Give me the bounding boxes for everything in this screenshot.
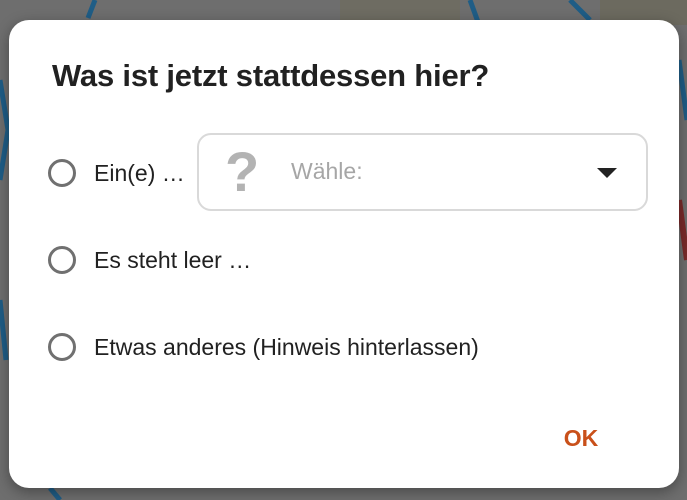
option-anderes[interactable]: Etwas anderes (Hinweis hinterlassen) (48, 327, 479, 367)
dialog: Was ist jetzt stattdessen hier? Ein(e) …… (9, 20, 679, 488)
type-select[interactable]: ? Wähle: (197, 133, 648, 211)
dialog-title: Was ist jetzt stattdessen hier? (52, 58, 490, 93)
option-ein[interactable]: Ein(e) … (48, 153, 185, 193)
option-leer[interactable]: Es steht leer … (48, 240, 251, 280)
ok-button[interactable]: OK (551, 416, 611, 460)
option-label-ein: Ein(e) … (94, 159, 185, 186)
question-mark-icon: ? (225, 140, 260, 203)
dropdown-arrow-icon (597, 168, 617, 178)
radio-button-ein[interactable] (48, 159, 76, 187)
radio-button-leer[interactable] (48, 246, 76, 274)
radio-button-anderes[interactable] (48, 333, 76, 361)
option-label-leer: Es steht leer … (94, 246, 252, 273)
select-placeholder: Wähle: (291, 158, 363, 184)
option-label-anderes: Etwas anderes (Hinweis hinterlassen) (94, 333, 479, 360)
